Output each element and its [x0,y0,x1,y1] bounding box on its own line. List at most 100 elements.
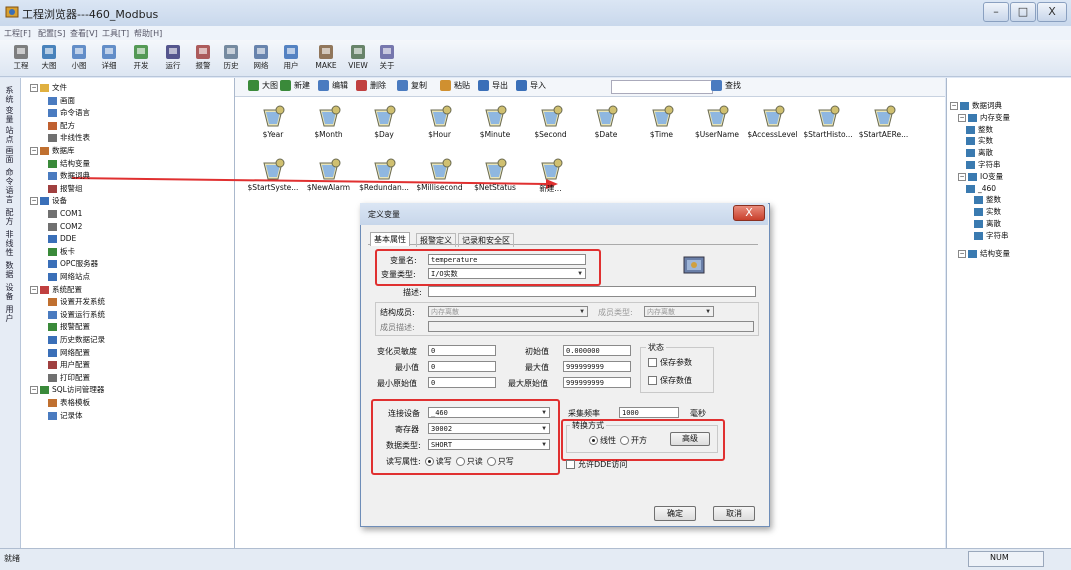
variable-item[interactable]: $Year [242,104,304,139]
variable-item[interactable]: $Second [520,104,582,139]
toolbar-button-0[interactable]: 工程 [8,42,34,76]
variable-item[interactable]: $Minute [464,104,526,139]
tree-node-17[interactable]: 设置开发系统 [48,296,105,307]
vertical-tab-4[interactable]: 命令语言 [2,168,17,204]
tree-node-15[interactable]: 网络站点 [48,271,90,282]
menu-item-2[interactable]: 查看[V] [70,28,98,39]
tab-record[interactable]: 记录和安全区 [458,233,514,247]
tree-node-24[interactable]: − SQL访问管理器 [30,384,104,395]
toolbar-button-11[interactable]: VIEW [342,42,374,76]
variable-item[interactable]: 新建... [520,157,582,194]
tab-basic[interactable]: 基本属性 [370,232,410,246]
variable-item[interactable]: $Day [353,104,415,139]
tree-node-7[interactable]: 数据词典 [48,170,90,181]
vertical-tab-9[interactable]: 用户 [2,305,17,323]
dictionary-node-3[interactable]: 实数 [966,135,993,146]
min-input[interactable]: 0 [428,361,496,372]
tree-node-13[interactable]: 板卡 [48,246,75,257]
toolbar-button-1[interactable]: 大图 [36,42,62,76]
tree-node-14[interactable]: OPC服务器 [48,258,98,269]
member-type-select[interactable]: 内存离散 ▼ [644,306,714,317]
tree-node-12[interactable]: DDE [48,233,76,244]
content-toolbar-button-5[interactable]: 粘贴 [440,80,470,92]
tree-node-25[interactable]: 表格模板 [48,397,90,408]
toolbar-button-6[interactable]: 报警 [190,42,216,76]
tree-node-0[interactable]: − 文件 [30,82,67,93]
dictionary-node-2[interactable]: 整数 [966,124,993,135]
dictionary-node-4[interactable]: 离散 [966,147,993,158]
tree-node-20[interactable]: 历史数据记录 [48,334,105,345]
menu-item-3[interactable]: 工具[T] [102,28,129,39]
ok-button[interactable]: 确定 [654,506,696,521]
toolbar-button-12[interactable]: 关于 [374,42,400,76]
content-toolbar-button-4[interactable]: 复制 [397,80,427,92]
variable-item[interactable]: $Time [631,104,693,139]
menu-item-1[interactable]: 配置[S] [38,28,65,39]
toolbar-button-7[interactable]: 历史 [218,42,244,76]
cancel-button[interactable]: 取消 [713,506,755,521]
toolbar-button-4[interactable]: 开发 [128,42,154,76]
expand-toggle-icon[interactable]: − [30,386,38,395]
sensitivity-input[interactable]: 0 [428,345,496,356]
toolbar-button-3[interactable]: 详细 [96,42,122,76]
dictionary-node-10[interactable]: 离散 [974,218,1001,229]
expand-toggle-icon[interactable]: − [30,285,38,294]
expand-toggle-icon[interactable]: − [958,113,966,122]
tab-alarm[interactable]: 报警定义 [416,233,456,247]
dictionary-node-12[interactable]: − 结构变量 [958,248,1010,259]
variable-item[interactable]: $Hour [409,104,471,139]
dictionary-node-5[interactable]: 字符串 [966,159,1001,170]
tree-node-1[interactable]: 画面 [48,95,75,106]
dictionary-node-7[interactable]: _460 [966,183,996,194]
variable-item[interactable]: $NewAlarm [298,157,360,192]
tree-node-6[interactable]: 结构变量 [48,158,90,169]
init-input[interactable]: 0.000000 [563,345,631,356]
variable-item[interactable]: $Month [298,104,360,139]
menu-item-0[interactable]: 工程[F] [4,28,31,39]
tree-node-4[interactable]: 非线性表 [48,132,90,143]
max-input[interactable]: 999999999 [563,361,631,372]
expand-toggle-icon[interactable]: − [30,147,38,155]
expand-toggle-icon[interactable]: − [30,84,38,92]
variable-item[interactable]: $Redundan... [353,157,415,192]
dictionary-node-8[interactable]: 整数 [974,194,1001,205]
struct-member-select[interactable]: 内存离散 ▼ [428,306,588,317]
dictionary-node-9[interactable]: 实数 [974,206,1001,217]
freq-input[interactable]: 1000 [619,407,679,418]
dictionary-node-1[interactable]: − 内存变量 [958,112,1010,123]
desc-input[interactable] [428,286,756,297]
dictionary-node-0[interactable]: − 数据词典 [950,100,1002,111]
save-value-checkbox[interactable]: 保存数值 [648,375,692,386]
minimize-button[interactable]: – [983,2,1009,22]
tree-node-5[interactable]: − 数据库 [30,145,75,156]
tree-node-23[interactable]: 打印配置 [48,372,90,383]
content-toolbar-button-0[interactable]: 大图 [248,80,278,92]
dde-checkbox[interactable]: 允许DDE访问 [566,459,627,470]
tree-node-26[interactable]: 记录体 [48,410,83,421]
content-toolbar-button-6[interactable]: 导出 [478,80,508,92]
raw-min-input[interactable]: 0 [428,377,496,388]
variable-item[interactable]: $Millisecond [409,157,471,192]
expand-toggle-icon[interactable]: − [958,249,966,258]
tree-node-11[interactable]: COM2 [48,221,82,232]
toolbar-button-10[interactable]: MAKE [310,42,342,76]
variable-item[interactable]: $StartHisto... [797,104,859,139]
variable-item[interactable]: $NetStatus [464,157,526,192]
content-toolbar-button-1[interactable]: 新建 [280,80,310,92]
vertical-tab-2[interactable]: 站点 [2,126,17,144]
vertical-tab-1[interactable]: 变量 [2,106,17,124]
expand-toggle-icon[interactable]: − [950,102,958,110]
search-box[interactable] [611,80,713,94]
dictionary-node-6[interactable]: − IO变量 [958,171,1003,182]
menu-item-4[interactable]: 帮助[H] [134,28,162,39]
close-button[interactable]: X [1037,2,1067,22]
vertical-tab-3[interactable]: 画面 [2,146,17,164]
dialog-close-button[interactable]: X [733,205,765,221]
variable-item[interactable]: $AccessLevel [742,104,804,139]
tree-node-8[interactable]: 报警组 [48,183,83,194]
dictionary-node-11[interactable]: 字符串 [974,230,1009,241]
tree-node-9[interactable]: − 设备 [30,195,67,206]
toolbar-button-2[interactable]: 小图 [66,42,92,76]
toolbar-button-9[interactable]: 用户 [278,42,304,76]
content-toolbar-button-3[interactable]: 删除 [356,80,386,92]
